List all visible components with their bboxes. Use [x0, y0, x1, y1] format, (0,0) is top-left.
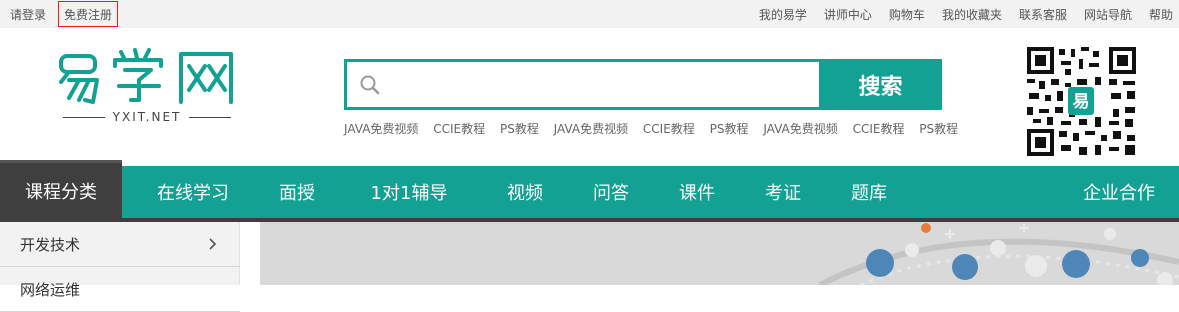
hot-keyword[interactable]: PS教程: [710, 122, 749, 136]
help-link[interactable]: 帮助: [1149, 6, 1173, 23]
login-link[interactable]: 请登录: [10, 6, 46, 23]
site-nav-link[interactable]: 网站导航: [1084, 6, 1132, 23]
nav-item-enterprise[interactable]: 企业合作: [1083, 166, 1155, 218]
hot-keyword[interactable]: PS教程: [500, 122, 539, 136]
nav-item-qa[interactable]: 问答: [562, 166, 660, 218]
search-icon: [359, 74, 381, 96]
hot-keyword[interactable]: CCIE教程: [433, 122, 485, 136]
my-learning-link[interactable]: 我的易学: [759, 6, 807, 23]
nav-item-question-bank[interactable]: 题库: [832, 166, 906, 218]
nav-items: 在线学习 面授 1对1辅导 视频 问答 课件 考证 题库: [122, 166, 906, 218]
teacher-center-link[interactable]: 讲师中心: [824, 6, 872, 23]
sidebar-item-network[interactable]: 网络运维: [0, 267, 240, 312]
nav-item-certification[interactable]: 考证: [734, 166, 832, 218]
logo-domain: YXIT.NET: [55, 109, 239, 125]
nav-item-face-to-face[interactable]: 面授: [264, 166, 330, 218]
chevron-right-icon: [209, 238, 217, 250]
top-bar: 请登录 免费注册 我的易学 讲师中心 购物车 我的收藏夹 联系客服 网站导航 帮…: [0, 0, 1179, 28]
cart-link[interactable]: 购物车: [889, 6, 925, 23]
search-button[interactable]: 搜索: [819, 59, 942, 110]
hot-keyword[interactable]: JAVA免费视频: [344, 122, 418, 136]
search-input[interactable]: [387, 62, 817, 107]
site-logo[interactable]: YXIT.NET: [55, 44, 245, 136]
hot-keyword[interactable]: CCIE教程: [643, 122, 695, 136]
top-bar-right: 我的易学 讲师中心 购物车 我的收藏夹 联系客服 网站导航 帮助: [742, 0, 1173, 28]
hot-keywords: JAVA免费视频 CCIE教程 PS教程 JAVA免费视频 CCIE教程 PS教…: [344, 120, 969, 137]
sidebar-item-label: 开发技术: [20, 235, 81, 254]
hot-keyword[interactable]: CCIE教程: [853, 122, 905, 136]
qr-code-image: 易: [1025, 45, 1138, 158]
qr-badge-text: 易: [1073, 92, 1090, 112]
sidebar-item-dev[interactable]: 开发技术: [0, 222, 240, 267]
nav-item-courseware[interactable]: 课件: [660, 166, 734, 218]
nav-item-online-learning[interactable]: 在线学习: [122, 166, 264, 218]
search-box: 搜索: [344, 59, 942, 110]
course-category-button[interactable]: 课程分类: [0, 160, 122, 218]
nav-item-video[interactable]: 视频: [488, 166, 562, 218]
main-nav: 课程分类 在线学习 面授 1对1辅导 视频 问答 课件 考证 题库 企业合作: [0, 160, 1179, 218]
nav-item-tutoring[interactable]: 1对1辅导: [330, 166, 488, 218]
hot-keyword[interactable]: JAVA免费视频: [554, 122, 628, 136]
hot-keyword[interactable]: PS教程: [919, 122, 958, 136]
logo-mark: [59, 48, 233, 104]
register-link[interactable]: 免费注册: [58, 1, 119, 27]
banner-illustration: [260, 222, 1179, 285]
top-bar-left: 请登录 免费注册: [10, 0, 119, 28]
category-sidebar: 开发技术 网络运维: [0, 222, 240, 312]
sidebar-item-label: 网络运维: [20, 280, 81, 299]
hot-keyword[interactable]: JAVA免费视频: [763, 122, 837, 136]
contact-service-link[interactable]: 联系客服: [1019, 6, 1067, 23]
favorites-link[interactable]: 我的收藏夹: [942, 6, 1002, 23]
hero-banner[interactable]: [260, 222, 1179, 285]
